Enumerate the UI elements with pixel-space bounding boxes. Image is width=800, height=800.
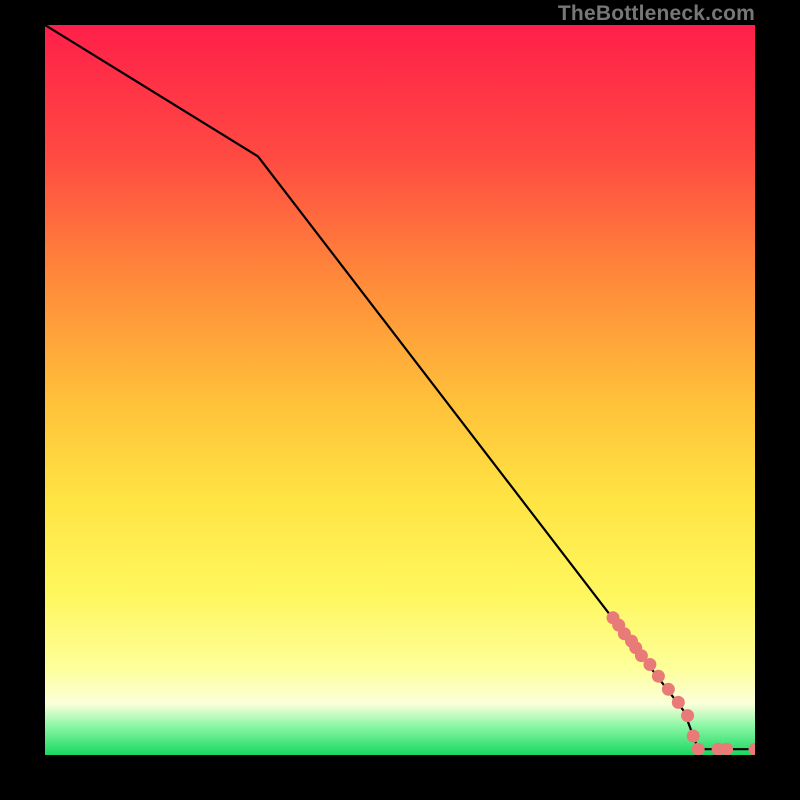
data-point	[749, 743, 756, 755]
chart-frame: TheBottleneck.com	[0, 0, 800, 800]
data-point	[652, 670, 665, 683]
data-point	[672, 696, 685, 709]
data-point	[643, 658, 656, 671]
data-point	[681, 709, 694, 722]
plot-area	[45, 25, 755, 755]
chart-svg	[45, 25, 755, 755]
trend-line	[45, 25, 755, 749]
data-point	[687, 730, 700, 743]
watermark-text: TheBottleneck.com	[558, 2, 755, 26]
data-point	[662, 683, 675, 696]
marker-group	[607, 611, 756, 755]
data-point	[692, 743, 705, 755]
